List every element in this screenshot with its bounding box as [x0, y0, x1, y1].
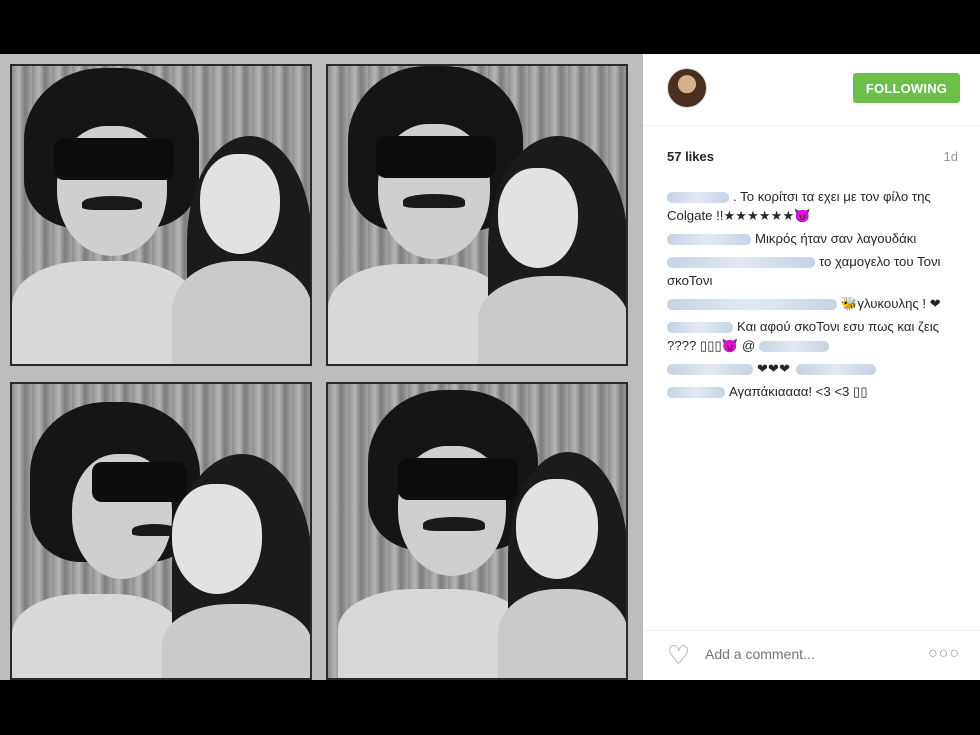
mustache: [132, 524, 177, 536]
mustache: [423, 517, 485, 531]
comment: ❤❤❤: [667, 359, 963, 378]
photo-cell-bottom-right: [326, 382, 628, 680]
username-redacted[interactable]: [667, 234, 751, 246]
girl-face: [516, 479, 598, 579]
username-redacted[interactable]: [667, 322, 733, 334]
sunglasses: [54, 138, 174, 180]
likes-count[interactable]: 57 likes: [667, 149, 714, 164]
comments-list: . Το κορίτσι τα εχει με τον φίλο της Col…: [667, 187, 963, 405]
girl-face: [172, 484, 262, 594]
comment: . Το κορίτσι τα εχει με τον φίλο της Col…: [667, 187, 963, 225]
photo-cell-top-left: [10, 64, 312, 366]
username-redacted[interactable]: [667, 257, 815, 269]
man-shirt: [12, 261, 197, 364]
comment-text: ❤❤❤: [757, 361, 791, 376]
more-options-icon[interactable]: ○○○: [928, 645, 960, 663]
girl-body: [172, 261, 310, 364]
mention-redacted[interactable]: [759, 341, 830, 353]
sunglasses: [398, 458, 518, 500]
username-redacted[interactable]: [667, 364, 753, 376]
girl-face: [200, 154, 280, 254]
comment-text: Αγαπάκιαααα! <3 <3 ▯▯: [729, 384, 868, 399]
girl-body: [478, 276, 626, 364]
post-sidebar: FOLLOWING 57 likes 1d . Το κορίτσι τα εχ…: [643, 54, 980, 680]
post-photo[interactable]: [0, 54, 643, 680]
post-age[interactable]: 1d: [944, 149, 958, 164]
mustache: [403, 194, 465, 208]
girl-face: [498, 168, 578, 268]
comment-footer: ♡ ○○○: [643, 630, 980, 680]
sunglasses: [92, 462, 187, 502]
post-header: FOLLOWING: [643, 54, 980, 126]
mustache: [82, 196, 142, 210]
comment: 🐝γλυκουλης ! ❤: [667, 294, 963, 313]
profile-avatar[interactable]: [667, 68, 707, 108]
mention-redacted[interactable]: [796, 364, 877, 376]
username-redacted[interactable]: [667, 387, 725, 399]
following-button[interactable]: FOLLOWING: [853, 73, 960, 103]
username-redacted[interactable]: [667, 299, 837, 311]
add-comment-input[interactable]: [705, 646, 925, 662]
comment-text: 🐝γλυκουλης ! ❤: [841, 296, 941, 311]
girl-body: [498, 589, 626, 678]
post-modal: FOLLOWING 57 likes 1d . Το κορίτσι τα εχ…: [0, 54, 980, 680]
comment: Αγαπάκιαααα! <3 <3 ▯▯: [667, 382, 963, 401]
username-redacted[interactable]: [667, 192, 729, 204]
sunglasses: [376, 136, 496, 178]
girl-body: [162, 604, 310, 678]
comment: το χαμογελο του Τονι σκοΤονι: [667, 252, 963, 290]
photo-cell-top-right: [326, 64, 628, 366]
comment-text: Μικρός ήταν σαν λαγουδάκι: [755, 231, 917, 246]
man-shirt: [12, 594, 182, 678]
comment: Μικρός ήταν σαν λαγουδάκι: [667, 229, 963, 248]
heart-icon[interactable]: ♡: [667, 642, 695, 669]
comment: Και αφού σκοΤονι εσυ πως και ζεις ???? ▯…: [667, 317, 963, 355]
photo-cell-bottom-left: [10, 382, 312, 680]
